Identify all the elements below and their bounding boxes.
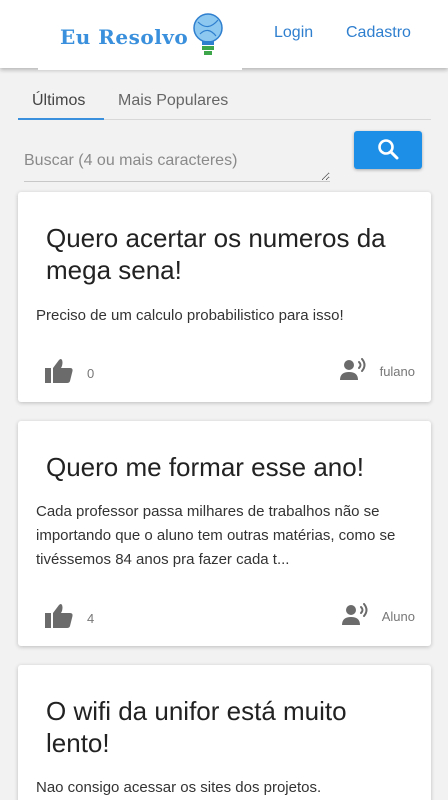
like-count: 0 [87,366,95,381]
post-body: Nao consigo acessar os sites dos projeto… [36,779,322,796]
logo-text: Eu Resolvo [60,25,189,49]
author-name: fulano [379,364,415,379]
post-card[interactable]: O wifi da unifor está muito lento! Nao c… [18,665,431,800]
post-body: Preciso de um calculo probabilistico par… [36,307,344,324]
search-button[interactable] [354,131,422,169]
active-tab-indicator [18,118,104,120]
app-header: Eu Resolvo Login Cadastro [0,0,448,68]
author-name: Aluno [381,609,415,624]
person-speaking-icon [341,603,370,630]
thumbs-up-icon [44,358,74,389]
post-author: Aluno [341,603,415,630]
post-author: fulano [339,358,415,385]
post-title[interactable]: Quero me formar esse ano! [46,451,406,483]
post-footer: 4 Aluno [18,601,431,631]
tab-latest[interactable]: Últimos [32,92,85,110]
search-icon [377,138,399,163]
like-button[interactable]: 4 [44,603,94,634]
post-body: Cada professor passa milhares de trabalh… [36,503,396,568]
thumbs-up-icon [44,603,74,634]
lightbulb-icon [192,10,224,65]
post-title[interactable]: O wifi da unifor está muito lento! [46,695,406,759]
login-link[interactable]: Login [274,24,313,42]
signup-link[interactable]: Cadastro [346,24,411,42]
logo[interactable]: Eu Resolvo [60,12,224,62]
tab-bar: Últimos Mais Populares [18,88,431,120]
post-title[interactable]: Quero acertar os numeros da mega sena! [46,222,406,286]
search-field [24,144,330,182]
post-card[interactable]: Quero me formar esse ano! Cada professor… [18,421,431,646]
person-speaking-icon [339,358,368,385]
post-footer: 0 fulano [18,356,431,386]
like-count: 4 [87,611,95,626]
post-card[interactable]: Quero acertar os numeros da mega sena! P… [18,192,431,402]
tab-most-popular[interactable]: Mais Populares [118,92,228,110]
search-input[interactable] [24,144,330,181]
like-button[interactable]: 0 [44,358,94,389]
header-strip [38,66,242,70]
